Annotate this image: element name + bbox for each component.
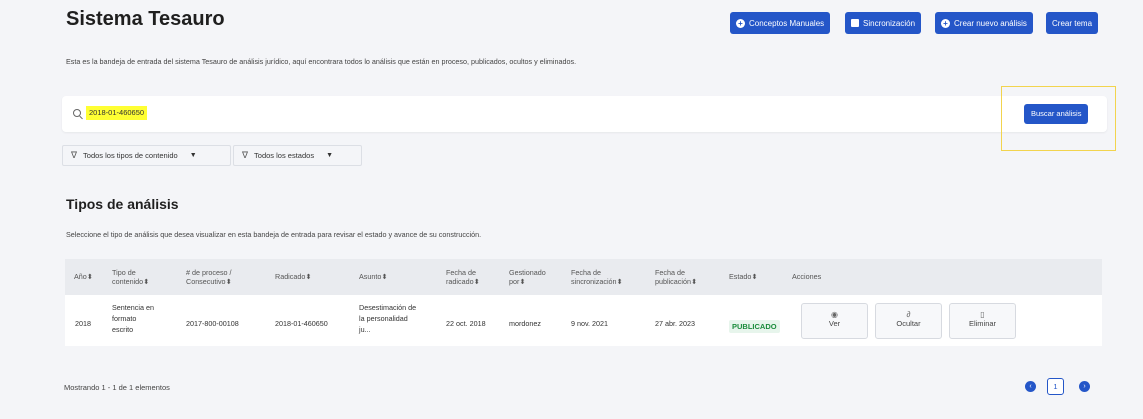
header-actions: Acciones — [792, 272, 822, 281]
search-bar: 2018-01-460650 Buscar análisis — [62, 96, 1107, 132]
sort-icon: ⬍ — [143, 277, 150, 286]
sort-icon: ⬍ — [86, 272, 93, 281]
page-number-button[interactable]: 1 — [1047, 378, 1064, 395]
cell-sync-date: 9 nov. 2021 — [571, 319, 609, 328]
eye-icon: ◉ — [831, 310, 838, 319]
new-analysis-label: Crear nuevo análisis — [954, 18, 1027, 28]
section-description: Seleccione el tipo de análisis que desea… — [66, 230, 482, 239]
plus-circle-icon: + — [941, 18, 950, 28]
new-analysis-button[interactable]: + Crear nuevo análisis — [935, 12, 1033, 34]
sort-icon: ⬍ — [305, 272, 312, 281]
new-topic-label: Crear tema — [1052, 18, 1093, 28]
cell-managed-by: mordonez — [509, 319, 541, 328]
sort-icon: ⬍ — [751, 272, 758, 281]
chevron-down-icon: ▼ — [189, 152, 197, 159]
next-page-button[interactable]: › — [1079, 381, 1090, 392]
header-subject[interactable]: Asunto⬍ — [359, 272, 387, 281]
delete-button[interactable]: ▯ Eliminar — [949, 303, 1016, 339]
cell-year: 2018 — [75, 319, 91, 328]
header-sync-date[interactable]: Fecha de sincronización⬍ — [571, 268, 623, 286]
section-title: Tipos de análisis — [66, 196, 179, 212]
trash-icon: ▯ — [980, 310, 985, 319]
cell-subject: Desestimación de la personalidad ju... — [359, 303, 417, 334]
sort-icon: ⬍ — [616, 277, 623, 286]
content-type-filter-label: Todos los tipos de contenido — [83, 151, 178, 160]
sort-icon: ⬍ — [690, 277, 697, 286]
hide-label: Ocultar — [896, 319, 921, 328]
header-managed-by[interactable]: Gestionado por⬍ — [509, 268, 546, 286]
cell-process: 2017-800-00108 — [186, 319, 239, 328]
filter-icon: ∇ — [71, 150, 78, 160]
chevron-down-icon: ▼ — [326, 152, 334, 159]
sort-icon: ⬍ — [225, 277, 232, 286]
header-status[interactable]: Estado⬍ — [729, 272, 757, 281]
view-button[interactable]: ◉ Ver — [801, 303, 868, 339]
filter-icon: ∇ — [242, 150, 249, 160]
table-header: Año⬍ Tipo de contenido⬍ # de proceso / C… — [65, 259, 1102, 295]
sync-icon — [851, 19, 859, 27]
highlight-box — [1001, 86, 1116, 151]
hide-button[interactable]: ∂ Ocultar — [875, 303, 942, 339]
sync-button[interactable]: Sincronización — [845, 12, 922, 34]
sort-icon: ⬍ — [381, 272, 388, 281]
cell-filed-date: 22 oct. 2018 — [446, 319, 486, 328]
state-filter-label: Todos los estados — [254, 151, 315, 160]
sync-label: Sincronización — [863, 18, 916, 28]
cell-pub-date: 27 abr. 2023 — [655, 319, 695, 328]
header-process[interactable]: # de proceso / Consecutivo⬍ — [186, 268, 232, 286]
plus-circle-icon: + — [736, 18, 745, 28]
sort-icon: ⬍ — [473, 277, 480, 286]
cell-content-type: Sentencia en formato escrito — [112, 303, 154, 334]
header-year[interactable]: Año⬍ — [74, 272, 93, 281]
header-content-type[interactable]: Tipo de contenido⬍ — [112, 268, 149, 286]
search-icon — [73, 109, 81, 117]
header-filed-date[interactable]: Fecha de radicado⬍ — [446, 268, 480, 286]
page-title: Sistema Tesauro — [66, 8, 225, 30]
link-icon: ∂ — [906, 310, 911, 319]
view-label: Ver — [828, 319, 841, 328]
chevron-left-icon: ‹ — [1029, 383, 1032, 390]
chevron-right-icon: › — [1083, 383, 1086, 390]
cell-filed: 2018-01-460650 — [275, 319, 328, 328]
sort-icon: ⬍ — [519, 277, 526, 286]
new-topic-button[interactable]: Crear tema — [1046, 12, 1099, 34]
manual-concepts-button[interactable]: + Conceptos Manuales — [730, 12, 831, 34]
manual-concepts-label: Conceptos Manuales — [749, 18, 825, 28]
pagination-summary: Mostrando 1 - 1 de 1 elementos — [64, 383, 170, 392]
delete-label: Eliminar — [968, 319, 997, 328]
header-filed[interactable]: Radicado⬍ — [275, 272, 311, 281]
search-input[interactable]: 2018-01-460650 — [86, 106, 148, 120]
content-type-filter[interactable]: ∇ Todos los tipos de contenido ▼ — [62, 145, 231, 166]
intro-description: Esta es la bandeja de entrada del sistem… — [66, 57, 577, 66]
state-filter[interactable]: ∇ Todos los estados ▼ — [233, 145, 362, 166]
prev-page-button[interactable]: ‹ — [1025, 381, 1036, 392]
status-badge: PUBLICADO — [729, 316, 780, 334]
header-pub-date[interactable]: Fecha de publicación⬍ — [655, 268, 697, 286]
status-badge-label: PUBLICADO — [729, 320, 780, 333]
analysis-table: Año⬍ Tipo de contenido⬍ # de proceso / C… — [65, 259, 1102, 346]
